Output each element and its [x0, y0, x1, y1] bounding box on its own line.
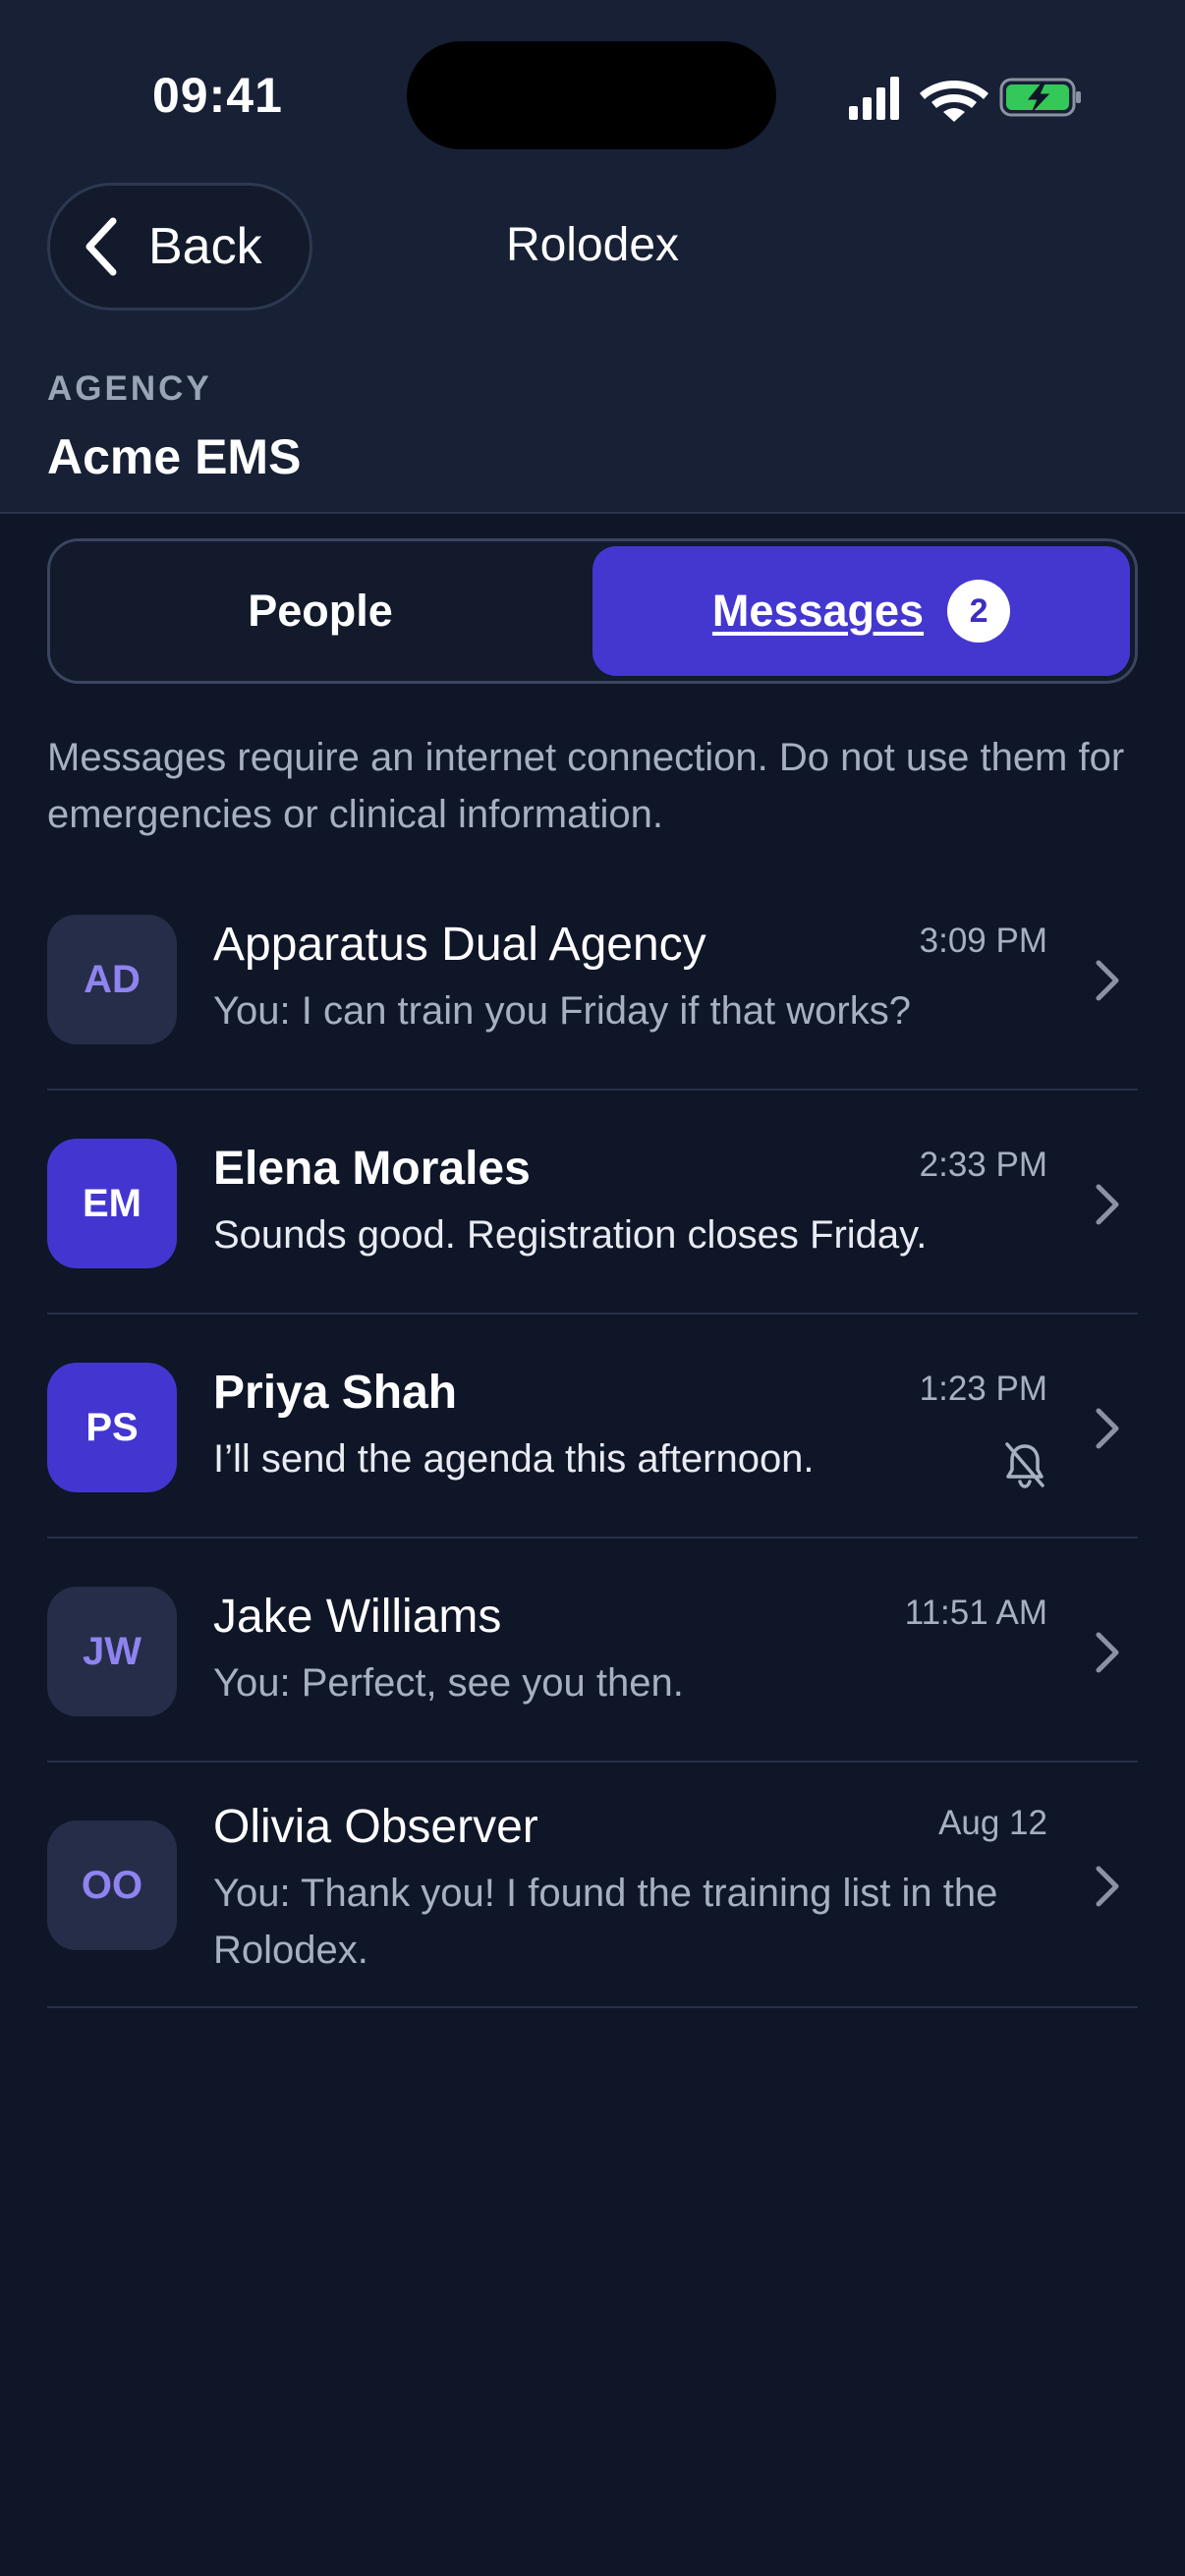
avatar: JW: [47, 1587, 177, 1716]
wifi-icon: [920, 81, 988, 122]
header: 09:41 Back Rolodex AGENCY Acme EMS: [0, 0, 1185, 514]
conversation-preview: I’ll send the agenda this afternoon.: [213, 1437, 815, 1481]
chevron-right-icon: [1096, 960, 1119, 1001]
segmented-control: People Messages 2: [47, 538, 1138, 684]
conversation-preview: You: Thank you! I found the training lis…: [213, 1872, 998, 1972]
agency-caption: AGENCY: [47, 369, 212, 408]
conversation-preview: You: I can train you Friday if that work…: [213, 989, 911, 1033]
chevron-right-icon: [1096, 1408, 1119, 1449]
conversation-name: Elena Morales: [213, 1143, 531, 1195]
conversation-preview: Sounds good. Registration closes Friday.: [213, 1213, 928, 1257]
cellular-signal-icon: [849, 77, 899, 120]
conversation-time: 3:09 PM: [919, 922, 1047, 960]
conversation-name: Apparatus Dual Agency: [213, 919, 706, 971]
chevron-right-icon: [1096, 1184, 1119, 1225]
conversation-row[interactable]: OO Olivia Observer You: Thank you! I fou…: [47, 1763, 1138, 2008]
chevron-right-icon: [1096, 1632, 1119, 1673]
chevron-right-icon: [1096, 1866, 1119, 1907]
conversation-time: Aug 12: [938, 1804, 1047, 1842]
status-icons: [849, 77, 1081, 122]
avatar: PS: [47, 1363, 177, 1492]
status-time: 09:41: [152, 68, 283, 123]
page-title: Rolodex: [505, 219, 680, 271]
conversation-row[interactable]: AD Apparatus Dual Agency You: I can trai…: [47, 888, 1138, 1091]
battery-charging-icon: [999, 78, 1081, 117]
unread-count-badge: 2: [947, 580, 1011, 643]
conversation-row[interactable]: PS Priya Shah I’ll send the agenda this …: [47, 1315, 1138, 1539]
conversation-time: 11:51 AM: [904, 1594, 1047, 1632]
bell-slash-icon: [1005, 1442, 1044, 1488]
messages-screen: 09:41 Back Rolodex AGENCY Acme EMS Peopl…: [0, 0, 1185, 2576]
tab-people[interactable]: People: [50, 541, 591, 681]
tab-messages-label: Messages: [711, 586, 925, 636]
tab-messages[interactable]: Messages 2: [592, 546, 1130, 676]
conversation-time: 2:33 PM: [919, 1146, 1047, 1184]
agency-name: Acme EMS: [47, 429, 302, 484]
conversation-row[interactable]: JW Jake Williams You: Perfect, see you t…: [47, 1539, 1138, 1763]
connection-notice: Messages require an internet connection.…: [47, 736, 1125, 836]
avatar: EM: [47, 1139, 177, 1268]
conversation-preview: You: Perfect, see you then.: [213, 1661, 684, 1705]
conversation-row[interactable]: EM Elena Morales Sounds good. Registrati…: [47, 1091, 1138, 1315]
dynamic-island: [407, 41, 776, 149]
conversation-time: 1:23 PM: [919, 1370, 1047, 1408]
conversation-name: Jake Williams: [213, 1591, 502, 1643]
conversation-name: Olivia Observer: [213, 1801, 538, 1853]
conversation-name: Priya Shah: [213, 1367, 458, 1419]
avatar: AD: [47, 915, 177, 1044]
avatar: OO: [47, 1820, 177, 1950]
